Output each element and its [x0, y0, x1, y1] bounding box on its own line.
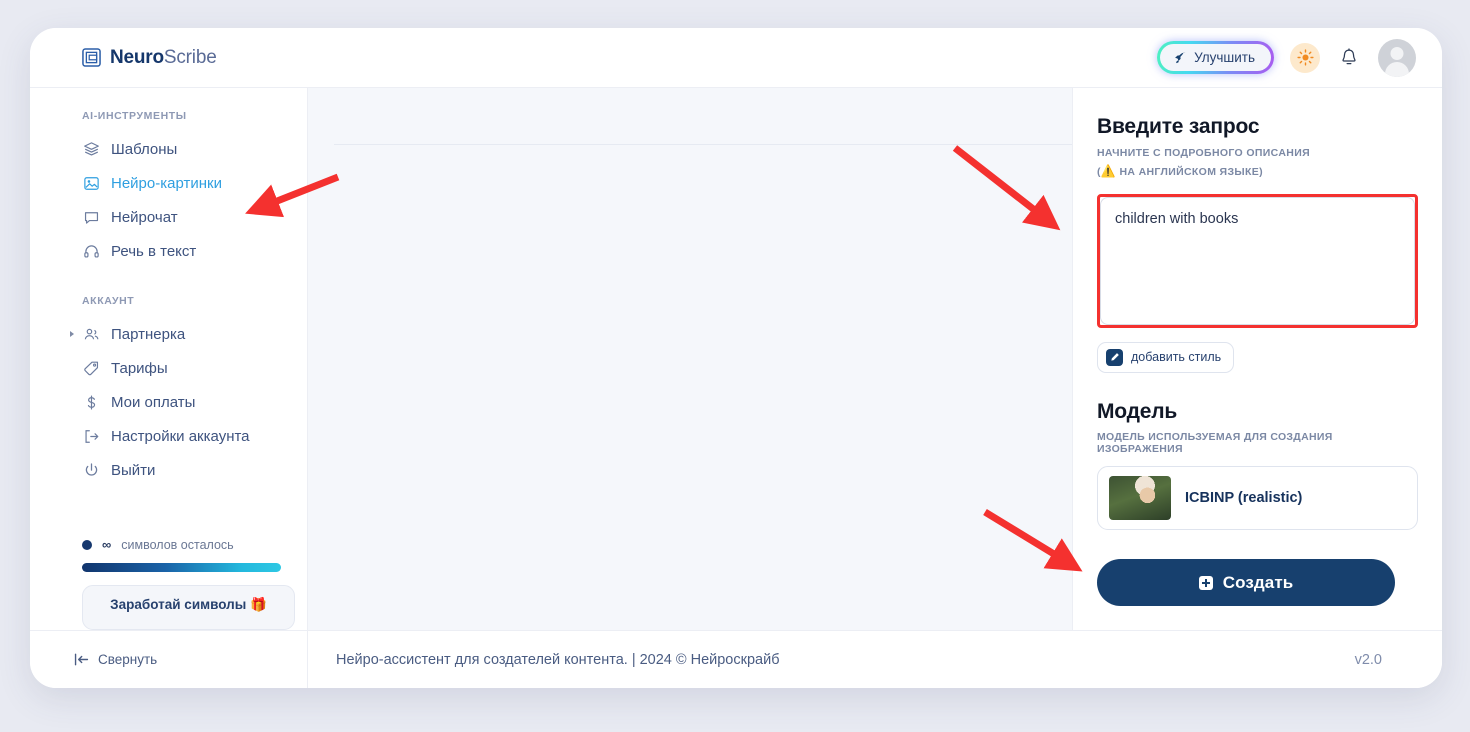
sidebar-item-neurochat[interactable]: Нейрочат — [30, 200, 307, 234]
power-icon — [82, 461, 100, 479]
sidebar-item-label: Настройки аккаунта — [111, 427, 250, 445]
image-icon — [82, 174, 100, 192]
sidebar-item-account-settings[interactable]: Настройки аккаунта — [30, 419, 307, 453]
sidebar-item-payments[interactable]: Мои оплаты — [30, 385, 307, 419]
prompt-panel-subtitle: НАЧНИТЕ С ПОДРОБНОГО ОПИСАНИЯ (⚠️ НА АНГ… — [1097, 147, 1310, 178]
prompt-panel-title: Введите запрос — [1097, 115, 1260, 138]
sidebar-item-label: Речь в текст — [111, 242, 197, 260]
sidebar-item-pricing[interactable]: Тарифы — [30, 351, 307, 385]
model-option-card[interactable]: ICBINP (realistic) — [1097, 465, 1418, 530]
sidebar-item-label: Выйти — [111, 461, 156, 479]
model-option-label: ICBINP (realistic) — [1185, 489, 1303, 506]
add-style-button[interactable]: добавить стиль — [1097, 341, 1235, 373]
bell-icon — [1342, 47, 1356, 64]
credits-value: ∞ — [102, 537, 112, 552]
model-section-title: Модель — [1097, 399, 1178, 423]
theme-toggle-button[interactable] — [1290, 42, 1320, 73]
sidebar-item-label: Мои оплаты — [111, 393, 196, 411]
app-body: AI-ИНСТРУМЕНТЫ Шаблоны Нейро-картинки Не… — [30, 88, 1442, 630]
chevron-right-icon — [70, 331, 74, 337]
credits-row: ∞ символов осталось — [82, 537, 281, 552]
prompt-input[interactable] — [1100, 196, 1415, 325]
sun-icon — [1296, 49, 1314, 66]
collapse-sidebar-button[interactable]: Свернуть — [30, 631, 308, 688]
add-style-label: добавить стиль — [1131, 350, 1222, 364]
plus-icon — [1198, 575, 1213, 590]
avatar[interactable] — [1378, 38, 1416, 77]
users-icon — [82, 325, 100, 343]
sidebar-item-partnership[interactable]: Партнерка — [30, 317, 307, 351]
main-canvas — [308, 88, 1072, 630]
brand-logo[interactable]: NeuroScribe — [82, 47, 217, 69]
create-button[interactable]: Создать — [1097, 559, 1395, 606]
nested-square-logo-icon — [82, 48, 101, 67]
credits-progress-bar — [82, 563, 281, 572]
brand-name-bold: Neuro — [110, 46, 164, 68]
prompt-panel: Введите запрос НАЧНИТЕ С ПОДРОБНОГО ОПИС… — [1072, 88, 1442, 630]
logout-arrow-icon — [82, 427, 100, 445]
chat-bubble-icon — [82, 208, 100, 226]
tag-icon — [82, 359, 100, 377]
sidebar-item-speech-to-text[interactable]: Речь в текст — [30, 234, 307, 268]
credits-dot-icon — [82, 539, 92, 550]
create-button-label: Создать — [1222, 572, 1294, 592]
sidebar-item-label: Нейрочат — [111, 208, 178, 226]
sidebar-item-templates[interactable]: Шаблоны — [30, 132, 307, 166]
sidebar-section-account: АККАУНТ — [82, 295, 135, 307]
app-footer: Свернуть Нейро-ассистент для создателей … — [30, 630, 1442, 688]
main-divider — [334, 144, 1072, 145]
notifications-button[interactable] — [1336, 44, 1362, 72]
prompt-input-highlight — [1097, 193, 1418, 328]
collapse-label: Свернуть — [98, 652, 158, 667]
app-window: NeuroScribe Улучшить AI-ИНСТРУМЕНТЫ Шабл… — [30, 28, 1442, 688]
credits-label: символов осталось — [121, 537, 234, 552]
credits-block: ∞ символов осталось Заработай символы 🎁 — [30, 537, 307, 630]
sidebar: AI-ИНСТРУМЕНТЫ Шаблоны Нейро-картинки Не… — [30, 88, 308, 630]
footer-tagline: Нейро-ассистент для создателей контента.… — [336, 651, 780, 668]
footer-version: v2.0 — [1354, 651, 1382, 668]
prompt-subtitle-line1: НАЧНИТЕ С ПОДРОБНОГО ОПИСАНИЯ — [1097, 147, 1310, 159]
sidebar-item-label: Тарифы — [111, 359, 168, 377]
rocket-icon — [1175, 51, 1186, 63]
headphones-icon — [82, 242, 100, 260]
layers-icon — [82, 140, 100, 158]
sidebar-section-tools: AI-ИНСТРУМЕНТЫ — [82, 110, 187, 122]
collapse-left-icon — [74, 653, 89, 666]
model-section-subtitle: МОДЕЛЬ ИСПОЛЬЗУЕМАЯ ДЛЯ СОЗДАНИЯ ИЗОБРАЖ… — [1097, 430, 1333, 455]
sidebar-item-neuro-images[interactable]: Нейро-картинки — [30, 166, 307, 200]
app-header: NeuroScribe Улучшить — [30, 28, 1442, 88]
sidebar-item-logout[interactable]: Выйти — [30, 453, 307, 487]
dollar-icon — [82, 393, 100, 411]
sidebar-item-label: Нейро-картинки — [111, 174, 222, 192]
earn-symbols-button[interactable]: Заработай символы 🎁 — [82, 585, 295, 630]
model-thumbnail — [1109, 475, 1171, 520]
warning-icon: ⚠️ — [1100, 163, 1117, 178]
improve-button-label: Улучшить — [1194, 50, 1255, 65]
prompt-subtitle-line2: НА АНГЛИЙСКОМ ЯЗЫКЕ) — [1119, 165, 1263, 178]
sidebar-item-label: Шаблоны — [111, 140, 178, 158]
brand-name-light: Scribe — [163, 46, 217, 68]
header-actions: Улучшить — [1157, 38, 1416, 77]
improve-button-glow: Улучшить — [1157, 41, 1274, 74]
sidebar-item-label: Партнерка — [111, 325, 186, 343]
pencil-icon — [1106, 348, 1123, 366]
brand-name: NeuroScribe — [110, 47, 217, 69]
improve-button[interactable]: Улучшить — [1160, 44, 1271, 71]
